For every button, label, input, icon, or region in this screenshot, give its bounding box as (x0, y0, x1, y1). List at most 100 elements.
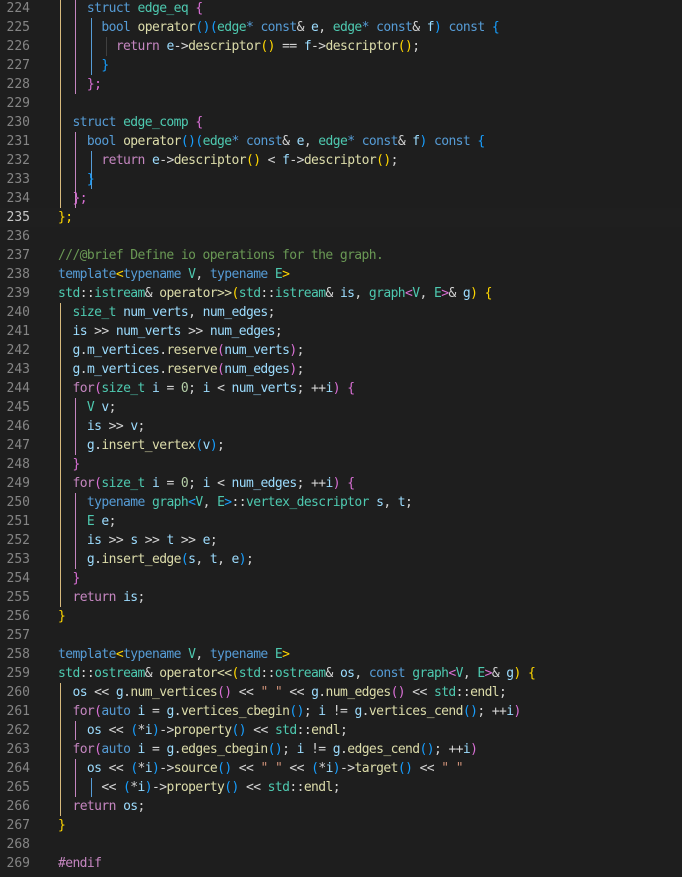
code-line[interactable]: 232 return e->descriptor() < f->descript… (0, 151, 682, 170)
code-line[interactable]: 258 template<typename V, typename E> (0, 645, 682, 664)
code-line[interactable]: 228 }; (0, 75, 682, 94)
code-token: num_verts (224, 343, 290, 358)
code-line[interactable]: 250 typename graph<V, E>::vertex_descrip… (0, 493, 682, 512)
code-text: g.insert_edge(s, t, e); (58, 550, 254, 569)
code-line[interactable]: 238 template<typename V, typename E> (0, 265, 682, 284)
code-line[interactable]: 265 << (*i)->property() << std::endl; (0, 778, 682, 797)
code-line[interactable]: 263 for(auto i = g.edges_cbegin(); i != … (0, 740, 682, 759)
code-line[interactable]: 234 }; (0, 189, 682, 208)
code-token: size_t (72, 305, 116, 320)
code-token: ( (130, 761, 138, 776)
code-token: :: (79, 286, 95, 301)
code-token: i (325, 381, 334, 396)
line-number: 236 (6, 229, 30, 244)
code-line[interactable]: 254 } (0, 569, 682, 588)
code-line[interactable]: 245 V v; (0, 398, 682, 417)
code-token: f (426, 20, 435, 35)
code-token: * (231, 134, 240, 149)
code-token: t (166, 533, 174, 548)
code-line[interactable]: 231 bool operator()(edge* const& e, edge… (0, 132, 682, 151)
code-line[interactable]: 268 (0, 835, 682, 854)
code-line[interactable]: 262 os << (*i)->property() << std::endl; (0, 721, 682, 740)
code-text: std::ostream& operator<<(std::ostream& o… (58, 664, 536, 683)
code-line[interactable]: 261 for(auto i = g.vertices_cbegin(); i … (0, 702, 682, 721)
code-line[interactable]: 230 struct edge_comp { (0, 113, 682, 132)
code-line[interactable]: 253 g.insert_edge(s, t, e); (0, 550, 682, 569)
code-text: g.insert_vertex(v); (58, 436, 225, 455)
code-token: ; (332, 780, 341, 795)
code-token: typename (123, 267, 181, 282)
code-line[interactable]: 229 (0, 94, 682, 113)
code-token: -> (159, 723, 174, 738)
code-line[interactable]: 269 #endif (0, 854, 682, 873)
code-token: reserve (166, 343, 218, 358)
code-token: , (318, 20, 333, 35)
code-line[interactable]: 224 struct edge_eq { (0, 0, 682, 18)
code-token: ; (412, 39, 420, 54)
code-token: :: (260, 666, 275, 681)
code-token: os (123, 799, 138, 814)
code-line[interactable]: 235}; (0, 208, 682, 227)
code-token: v (101, 400, 109, 415)
line-number: 253 (6, 552, 30, 567)
code-line[interactable]: 242 g.m_vertices.reserve(num_verts); (0, 341, 682, 360)
code-token: ; (267, 305, 276, 320)
code-token: edges_cbegin (180, 742, 268, 757)
code-line[interactable]: 264 os << (*i)->source() << " " << (*i)-… (0, 759, 682, 778)
code-token: >> (180, 324, 210, 339)
code-line[interactable]: 240 size_t num_verts, num_edges; (0, 303, 682, 322)
code-token: -> (151, 780, 167, 795)
code-token: , (202, 495, 218, 510)
code-line[interactable]: 226 return e->descriptor() == f->descrip… (0, 37, 682, 56)
code-line[interactable]: 255 return is; (0, 588, 682, 607)
code-line[interactable]: 251 E e; (0, 512, 682, 531)
code-token: > (282, 267, 290, 282)
code-token: typename (209, 267, 268, 282)
line-number: 269 (6, 856, 30, 871)
code-token: graph (412, 666, 449, 681)
code-editor[interactable]: 224 struct edge_eq {225 bool operator()(… (0, 0, 682, 877)
code-line[interactable]: 257 (0, 626, 682, 645)
code-token: { (347, 381, 355, 396)
code-line[interactable]: 248 } (0, 455, 682, 474)
code-line[interactable]: 243 g.m_vertices.reserve(num_edges); (0, 360, 682, 379)
line-number: 250 (6, 495, 30, 510)
code-token: template (58, 647, 116, 662)
code-line[interactable]: 246 is >> v; (0, 417, 682, 436)
code-line[interactable]: 237 ///@brief Define io operations for th… (0, 246, 682, 265)
code-token: const (245, 134, 283, 149)
code-token: istream (94, 286, 145, 301)
code-token: } (58, 818, 66, 833)
code-line[interactable]: 252 is >> s >> t >> e; (0, 531, 682, 550)
code-token: operator<< (159, 666, 232, 681)
code-line[interactable]: 236 (0, 227, 682, 246)
code-token: { (484, 286, 493, 301)
code-line[interactable]: 239 std::istream& operator>>(std::istream… (0, 284, 682, 303)
code-line[interactable]: 266 return os; (0, 797, 682, 816)
code-line[interactable]: 225 bool operator()(edge* const& e, edge… (0, 18, 682, 37)
code-line[interactable]: 227 } (0, 56, 682, 75)
code-line[interactable]: 256} (0, 607, 682, 626)
code-line[interactable]: 260 os << g.num_vertices() << " " << g.n… (0, 683, 682, 702)
line-number: 240 (6, 305, 30, 320)
code-line[interactable]: 259 std::ostream& operator<<(std::ostream… (0, 664, 682, 683)
code-token: ; (296, 362, 305, 377)
line-number: 259 (6, 666, 30, 681)
code-token: () (217, 685, 232, 700)
code-line[interactable]: 241 is >> num_verts >> num_edges; (0, 322, 682, 341)
code-line[interactable]: 244 for(size_t i = 0; i < num_verts; ++i… (0, 379, 682, 398)
code-line[interactable]: 249 for(size_t i = 0; i < num_edges; ++i… (0, 474, 682, 493)
code-token: ()( (195, 20, 218, 35)
code-token: ) (289, 343, 297, 358)
code-token: :: (289, 780, 304, 795)
code-line[interactable]: 233 } (0, 170, 682, 189)
code-line[interactable]: 267} (0, 816, 682, 835)
code-line[interactable]: 247 g.insert_vertex(v); (0, 436, 682, 455)
